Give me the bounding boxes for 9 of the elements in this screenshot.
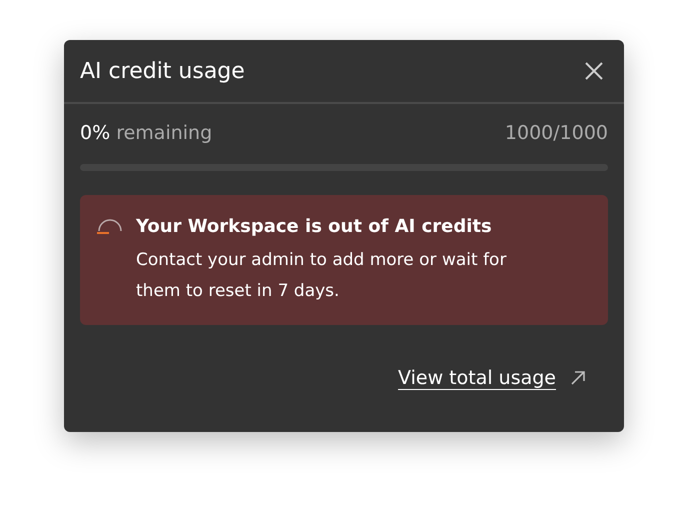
dialog-title: AI credit usage: [80, 58, 245, 84]
percent-value: 0%: [80, 122, 110, 144]
close-icon[interactable]: [584, 61, 604, 81]
credit-count: 1000/1000: [504, 122, 608, 144]
external-arrow-icon: [570, 370, 586, 386]
alert-message: Contact your admin to add more or wait for them to reset in 7 days.: [136, 249, 508, 303]
view-usage-link[interactable]: View total usage: [398, 367, 556, 389]
alert-title: Your Workspace is out of AI credits: [136, 215, 493, 239]
remaining-label: remaining: [116, 122, 212, 144]
